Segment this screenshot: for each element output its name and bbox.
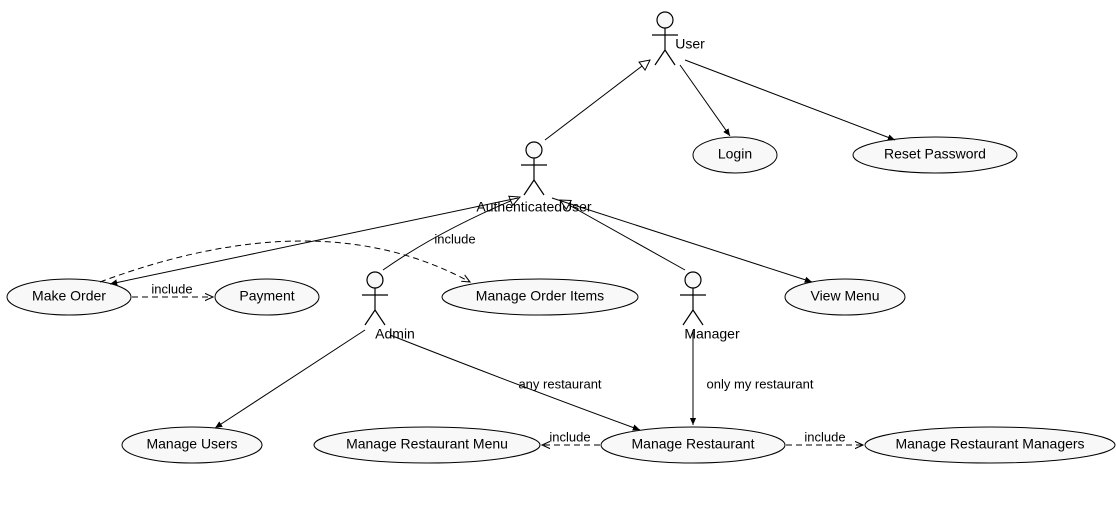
actor-manager: Manager <box>680 272 740 342</box>
edge-makeorder-manageitems-label: include <box>434 231 475 246</box>
use-case-diagram: User AuthenticatedUser Admin Manager Log… <box>0 0 1116 507</box>
edge-user-login <box>680 65 730 136</box>
usecase-reset-password: Reset Password <box>853 137 1017 173</box>
edge-user-reset-password <box>685 60 895 140</box>
edge-admin-managerestaurant <box>390 335 640 430</box>
usecase-manage-restaurant-menu: Manage Restaurant Menu <box>314 427 540 463</box>
edge-admin-managerestaurant-label: any restaurant <box>518 376 601 391</box>
usecase-payment: Payment <box>215 279 319 315</box>
actor-user: User <box>652 12 705 65</box>
usecase-manage-restaurant-menu-label: Manage Restaurant Menu <box>346 436 508 452</box>
usecase-manage-restaurant-label: Manage Restaurant <box>632 436 755 452</box>
edge-mr-mrmanagers-label: include <box>804 429 845 444</box>
usecase-login-label: Login <box>718 146 752 162</box>
usecase-manage-users-label: Manage Users <box>146 436 237 452</box>
edge-auth-gen-user <box>545 60 650 140</box>
actor-user-label: User <box>675 36 705 52</box>
usecase-manage-order-items-label: Manage Order Items <box>476 288 604 304</box>
edge-manager-managerestaurant-label: only my restaurant <box>707 376 814 391</box>
usecase-make-order-label: Make Order <box>32 288 106 304</box>
actor-authenticated-user: AuthenticatedUser <box>476 142 592 215</box>
edge-auth-viewmenu <box>552 198 812 282</box>
usecase-manage-restaurant: Manage Restaurant <box>601 427 785 463</box>
usecase-login: Login <box>693 137 777 173</box>
usecase-view-menu-label: View Menu <box>810 288 879 304</box>
usecase-manage-users: Manage Users <box>122 427 262 463</box>
edge-admin-manageusers <box>215 330 365 428</box>
usecase-payment-label: Payment <box>239 288 294 304</box>
actor-admin: Admin <box>362 272 415 342</box>
usecase-make-order: Make Order <box>7 279 131 315</box>
edge-makeorder-payment-label: include <box>151 281 192 296</box>
usecase-manage-order-items: Manage Order Items <box>442 279 638 315</box>
usecase-manage-restaurant-managers: Manage Restaurant Managers <box>865 427 1115 463</box>
actor-authenticated-user-label: AuthenticatedUser <box>476 199 592 215</box>
actor-admin-label: Admin <box>375 326 415 342</box>
usecase-reset-password-label: Reset Password <box>884 146 986 162</box>
edge-mr-mrmenu-label: include <box>549 429 590 444</box>
usecase-manage-restaurant-managers-label: Manage Restaurant Managers <box>895 436 1084 452</box>
usecase-view-menu: View Menu <box>785 279 905 315</box>
